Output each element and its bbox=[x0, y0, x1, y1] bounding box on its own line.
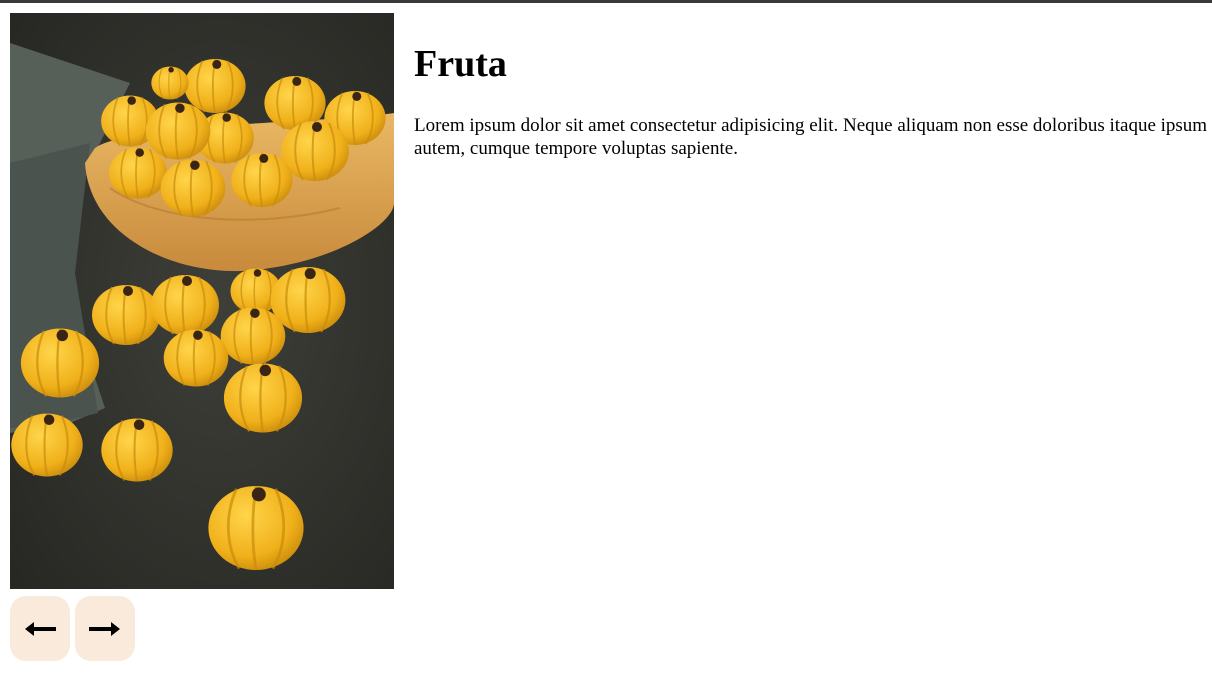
next-button[interactable] bbox=[75, 596, 135, 661]
arrow-right-icon bbox=[89, 621, 120, 636]
top-border bbox=[0, 0, 1212, 3]
article-body: Lorem ipsum dolor sit amet consectetur a… bbox=[414, 115, 1212, 159]
carousel-image bbox=[10, 13, 394, 589]
arrow-left-icon bbox=[25, 621, 56, 636]
previous-button[interactable] bbox=[10, 596, 70, 661]
article-content: Fruta Lorem ipsum dolor sit amet consect… bbox=[414, 40, 1212, 160]
article-title: Fruta bbox=[414, 43, 507, 85]
